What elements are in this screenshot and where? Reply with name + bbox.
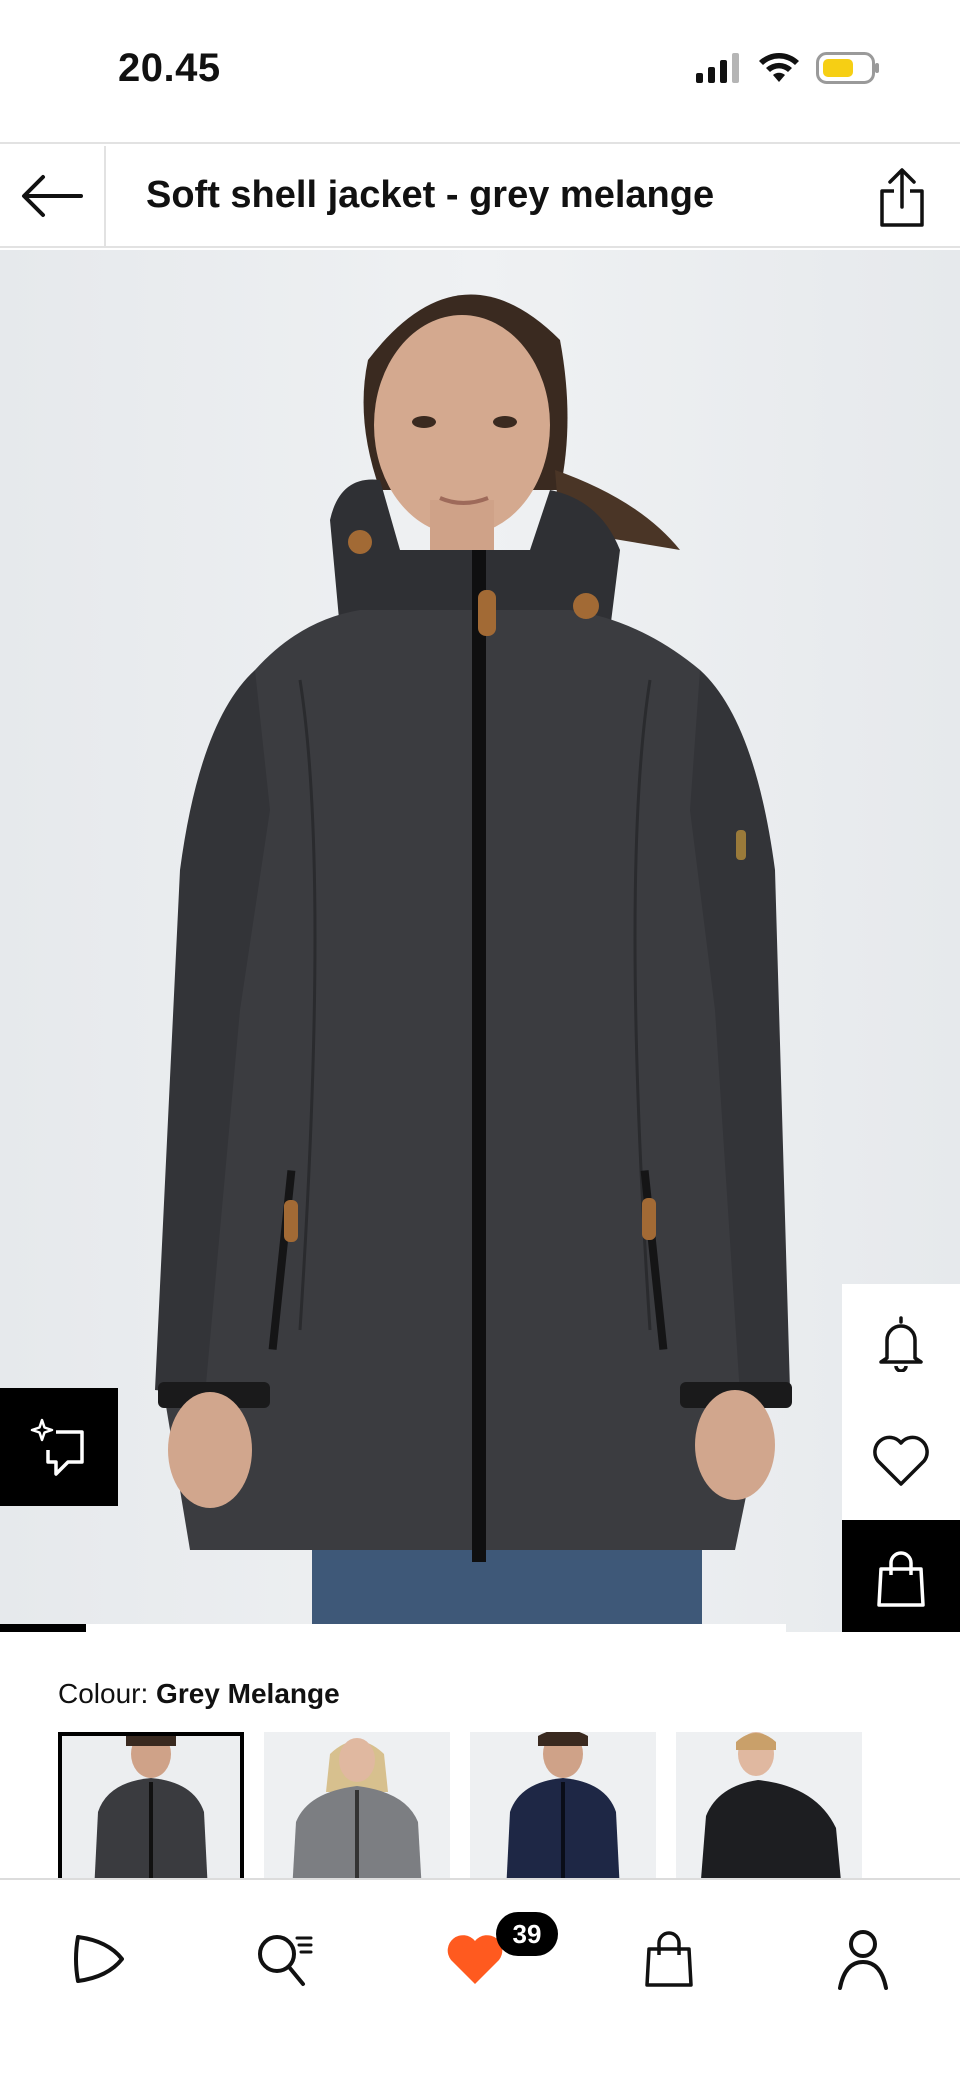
swatch-thumbnail — [264, 1732, 450, 1892]
status-bar: 20.45 — [0, 0, 960, 144]
play-logo-icon — [74, 1935, 124, 1983]
heart-icon — [873, 1435, 929, 1486]
header: Soft shell jacket - grey melange — [0, 146, 960, 248]
screen: 20.45 Soft shell jacket - grey melange C… — [0, 0, 960, 2081]
bag-icon — [877, 1551, 925, 1607]
colour-swatch[interactable] — [676, 1732, 862, 1892]
image-scroll-indicator — [0, 1624, 86, 1632]
bell-icon — [879, 1316, 923, 1372]
signal-icon — [696, 53, 739, 83]
page-title: Soft shell jacket - grey melange — [146, 174, 715, 216]
colour-swatch[interactable] — [470, 1732, 656, 1892]
side-actions — [842, 1284, 960, 1632]
colour-swatch[interactable] — [58, 1732, 244, 1892]
arrow-left-icon — [22, 175, 83, 217]
ar-view-icon — [30, 1418, 84, 1476]
ar-view-button[interactable] — [0, 1388, 118, 1506]
swatch-thumbnail — [676, 1732, 862, 1892]
nav-account[interactable] — [818, 1914, 908, 2004]
swatch-thumbnail — [58, 1732, 244, 1892]
search-list-icon — [258, 1935, 313, 1986]
colour-label: Colour: Grey Melange — [58, 1678, 340, 1710]
colour-swatch[interactable] — [264, 1732, 450, 1892]
bottom-nav: 39 — [0, 1878, 960, 2081]
wishlist-button[interactable] — [842, 1402, 960, 1520]
nav-bag[interactable] — [624, 1914, 714, 2004]
colour-section: Colour: Grey Melange — [0, 1634, 960, 1892]
user-icon — [838, 1930, 888, 1990]
image-scroll-track — [86, 1624, 786, 1632]
swatch-thumbnail — [470, 1732, 656, 1892]
notify-button[interactable] — [842, 1284, 960, 1402]
product-image[interactable] — [0, 250, 960, 1632]
wifi-icon — [759, 53, 799, 82]
add-to-bag-button[interactable] — [842, 1520, 960, 1632]
status-time: 20.45 — [118, 46, 221, 90]
status-icons — [694, 52, 880, 84]
colour-swatches — [58, 1732, 862, 1892]
back-button[interactable] — [0, 146, 106, 246]
battery-icon — [816, 52, 879, 84]
bag-icon — [645, 1931, 693, 1987]
share-button[interactable] — [872, 166, 932, 230]
colour-selected-name: Grey Melange — [156, 1678, 340, 1709]
colour-label-prefix: Colour: — [58, 1678, 149, 1709]
nav-search[interactable] — [240, 1914, 330, 2004]
product-photo — [0, 250, 960, 1632]
share-icon — [880, 168, 924, 227]
nav-home[interactable] — [52, 1914, 142, 2004]
wishlist-count-badge: 39 — [496, 1912, 558, 1956]
